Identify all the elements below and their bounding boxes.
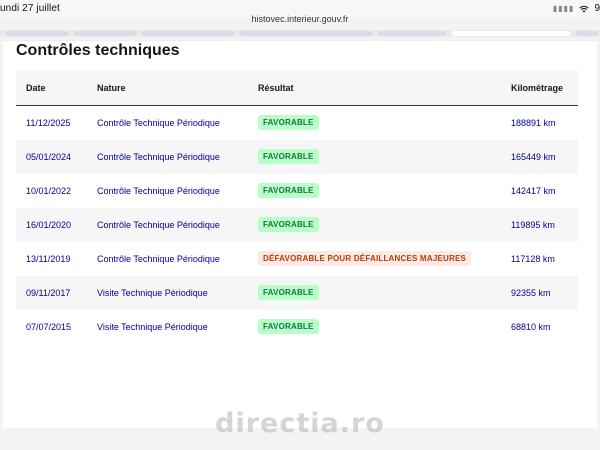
result-badge-unfavorable: DÉFAVORABLE POUR DÉFAILLANCES MAJEURES (258, 251, 472, 266)
cell-mileage: 92355 km (511, 288, 551, 298)
result-badge: FAVORABLE (258, 115, 319, 130)
cell-nature: Contrôle Technique Périodique (97, 118, 220, 128)
table-row: 13/11/2019 Contrôle Technique Périodique… (16, 242, 578, 276)
header-date: Date (26, 83, 46, 93)
table-row: 11/12/2025 Contrôle Technique Périodique… (16, 106, 578, 140)
cell-mileage: 117128 km (511, 254, 555, 264)
cell-mileage: 142417 km (511, 186, 556, 196)
table-row: 07/07/2015 Visite Technique Périodique F… (16, 310, 578, 344)
cell-date: 10/01/2022 (26, 186, 72, 196)
cell-date: 13/11/2019 (26, 254, 71, 264)
cell-nature: Contrôle Technique Périodique (97, 152, 220, 162)
cell-date: 05/01/2024 (26, 152, 72, 162)
status-time: undi 27 juillet (0, 3, 60, 14)
tab-strip (0, 30, 600, 37)
url-text[interactable]: histovec.interieur.gouv.fr (252, 14, 349, 24)
wifi-icon (579, 5, 590, 12)
cell-nature: Visite Technique Périodique (97, 322, 208, 332)
status-icons: ▮▮▮▮ 9 (553, 3, 600, 14)
cell-mileage: 188891 km (511, 118, 556, 128)
result-badge: FAVORABLE (258, 149, 319, 164)
cell-date: 07/07/2015 (26, 322, 72, 332)
browser-tab[interactable] (74, 31, 136, 36)
result-badge: FAVORABLE (258, 217, 319, 232)
cell-mileage: 119895 km (511, 220, 555, 230)
table-header: Date Nature Résultat Kilométrage (16, 70, 578, 106)
battery-level: 9 (594, 3, 600, 14)
browser-tab[interactable] (378, 31, 446, 36)
technical-inspections-table: Date Nature Résultat Kilométrage 11/12/2… (16, 70, 578, 344)
cell-date: 09/11/2017 (26, 288, 71, 298)
browser-tab[interactable] (576, 31, 598, 36)
table-row: 10/01/2022 Contrôle Technique Périodique… (16, 174, 578, 208)
table-row: 05/01/2024 Contrôle Technique Périodique… (16, 140, 578, 174)
page-title: Contrôles techniques (16, 42, 180, 59)
header-mileage: Kilométrage (511, 83, 564, 93)
cell-mileage: 68810 km (511, 322, 551, 332)
header-nature: Nature (97, 83, 126, 93)
cell-nature: Visite Technique Périodique (97, 288, 208, 298)
header-result: Résultat (258, 83, 294, 93)
browser-tab-active[interactable] (452, 31, 570, 36)
browser-tab[interactable] (6, 31, 68, 36)
browser-tab[interactable] (142, 31, 234, 36)
cell-date: 11/12/2025 (26, 118, 71, 128)
result-badge: FAVORABLE (258, 183, 319, 198)
address-bar[interactable]: histovec.interieur.gouv.fr (0, 14, 600, 30)
cell-date: 16/01/2020 (26, 220, 72, 230)
result-badge: FAVORABLE (258, 285, 319, 300)
signal-icon: ▮▮▮▮ (552, 4, 575, 13)
cell-mileage: 165449 km (511, 152, 556, 162)
browser-tab[interactable] (240, 31, 372, 36)
table-row: 16/01/2020 Contrôle Technique Périodique… (16, 208, 578, 242)
cell-nature: Contrôle Technique Périodique (97, 220, 220, 230)
result-badge: FAVORABLE (258, 319, 319, 334)
watermark: directia.ro (215, 408, 385, 439)
table-row: 09/11/2017 Visite Technique Périodique F… (16, 276, 578, 310)
cell-nature: Contrôle Technique Périodique (97, 186, 220, 196)
cell-nature: Contrôle Technique Périodique (97, 254, 220, 264)
